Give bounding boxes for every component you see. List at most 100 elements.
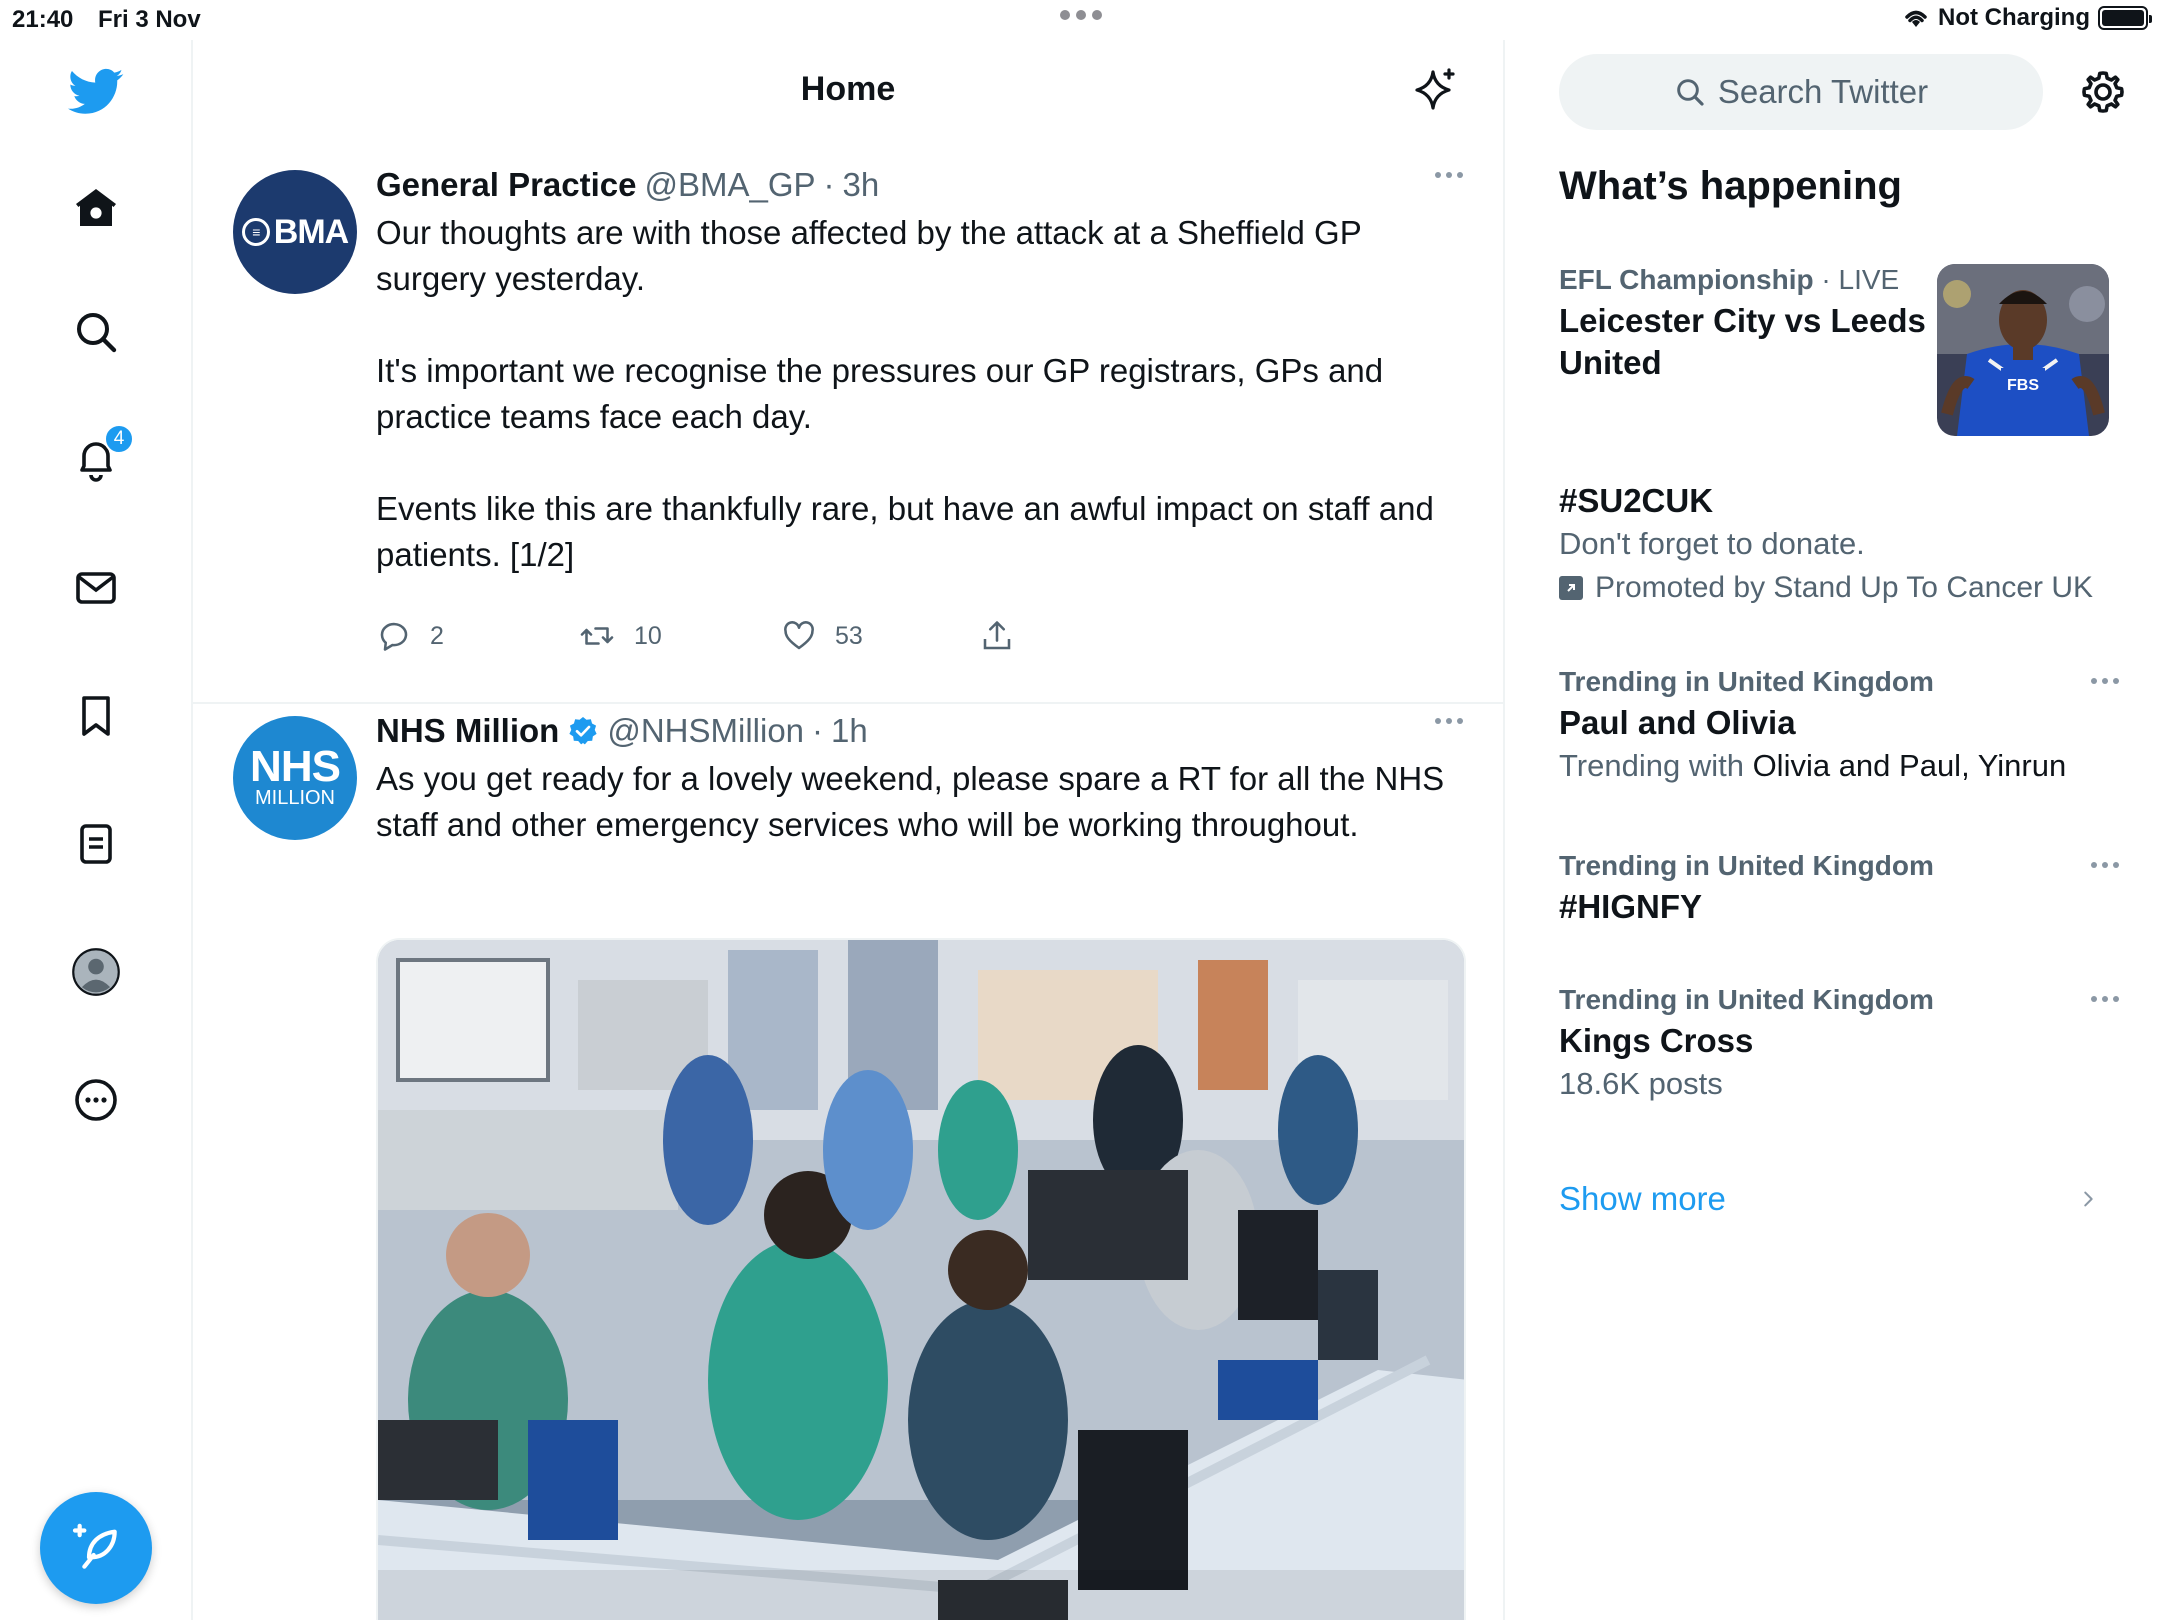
like-button[interactable]: 53: [781, 618, 863, 654]
retweet-button[interactable]: 10: [578, 618, 662, 654]
trend-meta: EFL Championship · LIVE: [1559, 264, 1900, 295]
search-icon: [77, 313, 117, 353]
battery-icon: [2098, 6, 2152, 30]
retweet-count: 10: [634, 621, 662, 650]
nav-more[interactable]: [66, 1070, 126, 1130]
page-title: Home: [800, 70, 896, 108]
trend-item[interactable]: Trending in United Kingdom #HIGNFY: [1559, 846, 2119, 928]
author-handle[interactable]: @BMA_GP: [645, 166, 816, 204]
notification-badge: 4: [104, 424, 134, 454]
status-bar: 21:40 Fri 3 Nov Not Charging: [0, 0, 2160, 40]
nav-home[interactable]: [66, 178, 126, 238]
feather-plus-icon: [72, 1523, 117, 1569]
trend-title: Kings Cross: [1559, 1022, 1754, 1059]
tweet-time[interactable]: 1h: [831, 712, 868, 750]
avatar-text: NHS: [250, 742, 341, 791]
bookmark-icon: [82, 696, 110, 736]
status-date: Fri 3 Nov: [98, 6, 201, 33]
settings-button[interactable]: [2073, 62, 2133, 122]
trend-item[interactable]: Trending in United Kingdom Paul and Oliv…: [1559, 662, 2119, 788]
author-name[interactable]: General Practice: [376, 166, 637, 204]
share-icon: [983, 621, 1011, 650]
like-count: 53: [835, 621, 863, 650]
tweet[interactable]: ≡ BMA General Practice @BMA_GP · 3h Our …: [193, 160, 1503, 704]
trend-subtitle: Don't forget to donate.: [1559, 526, 1865, 561]
retweet-icon: [580, 627, 614, 645]
trend-more-button[interactable]: [2091, 862, 2119, 868]
nav-notifications[interactable]: 4: [66, 424, 134, 490]
reply-button[interactable]: 2: [376, 618, 444, 654]
left-nav: 4: [0, 40, 193, 1620]
tweet-more-button[interactable]: [1435, 718, 1463, 724]
nav-lists[interactable]: [66, 814, 126, 874]
status-right: Not Charging: [1902, 4, 2152, 32]
search-placeholder: Search Twitter: [1717, 73, 1929, 110]
tweet-photo[interactable]: [376, 938, 1466, 1620]
sparkle-icon: [1415, 68, 1455, 110]
trend-more-button[interactable]: [2091, 678, 2119, 684]
trend-item[interactable]: Trending in United Kingdom Kings Cross 1…: [1559, 980, 2119, 1106]
heart-icon: [784, 621, 814, 650]
tweet-time[interactable]: 3h: [843, 166, 880, 204]
show-more-link[interactable]: Show more: [1559, 1180, 2099, 1218]
separator-dot: ·: [823, 166, 835, 203]
nav-explore[interactable]: [66, 302, 126, 362]
trend-title: Leicester City vs Leeds United: [1559, 302, 1926, 381]
gear-icon: [2082, 71, 2124, 113]
football-player-photo: FBS: [1937, 264, 2109, 436]
main-timeline: Home ≡ BMA General Practice @BMA_GP · 3h…: [193, 40, 1505, 1620]
home-icon: [76, 189, 116, 226]
trend-meta: Trending in United Kingdom: [1559, 984, 1934, 1015]
author-handle[interactable]: @NHSMillion: [607, 712, 804, 750]
trend-subtitle: Trending with Olivia and Paul, Yinrun: [1559, 748, 2067, 783]
trend-meta: Trending in United Kingdom: [1559, 850, 1934, 881]
nav-messages[interactable]: [66, 558, 126, 618]
tweet-text: Our thoughts are with those affected by …: [376, 214, 1434, 573]
wifi-icon: [1905, 10, 1927, 27]
trend-more-button[interactable]: [2091, 996, 2119, 1002]
search-icon: [1677, 79, 1704, 106]
avatar-text: BMA: [273, 212, 349, 251]
tweet-body: General Practice @BMA_GP · 3h Our though…: [376, 160, 1463, 578]
share-button[interactable]: [979, 618, 1015, 654]
trend-item[interactable]: EFL Championship · LIVE Leicester City v…: [1559, 260, 1979, 384]
avatar[interactable]: NHS MILLION: [233, 716, 357, 840]
trend-title: #SU2CUK: [1559, 482, 1714, 519]
trend-title: Paul and Olivia: [1559, 704, 1796, 741]
compose-tweet-button[interactable]: [40, 1492, 152, 1604]
avatar[interactable]: ≡ BMA: [233, 170, 357, 294]
top-tweets-button[interactable]: [1407, 62, 1463, 118]
bma-logo: ≡ BMA: [241, 212, 349, 252]
tweet-more-button[interactable]: [1435, 172, 1463, 178]
tweet-header: General Practice @BMA_GP · 3h: [376, 160, 1463, 210]
avatar-subtext: MILLION: [254, 787, 336, 809]
tweet-actions: 2 10 53: [376, 618, 1076, 668]
chevron-right-icon: [2084, 1191, 2093, 1207]
search-input[interactable]: Search Twitter: [1559, 54, 2043, 130]
hospital-staff-photo: [378, 940, 1464, 1620]
promoted-trend-item[interactable]: #SU2CUK Don't forget to donate. Promoted…: [1559, 480, 2119, 610]
nav-profile[interactable]: [66, 942, 126, 1002]
promoted-icon: [1559, 576, 1583, 600]
promoted-label: Promoted by Stand Up To Cancer UK: [1559, 566, 2119, 610]
charging-status: Not Charging: [1938, 4, 2090, 31]
more-circle-icon: [75, 1079, 117, 1121]
lists-icon: [80, 824, 112, 864]
nav-bookmarks[interactable]: [66, 686, 126, 746]
trend-thumbnail[interactable]: FBS: [1937, 264, 2109, 436]
verified-badge-icon: [569, 717, 597, 745]
timeline-header: Home: [193, 40, 1503, 140]
trend-title: #HIGNFY: [1559, 888, 1703, 925]
tweet-header: NHS Million @NHSMillion · 1h: [376, 706, 1463, 756]
envelope-icon: [76, 572, 116, 604]
reply-count: 2: [430, 621, 444, 650]
profile-icon: [72, 948, 120, 996]
bma-emblem-icon: ≡: [241, 218, 270, 246]
tweet[interactable]: NHS MILLION NHS Million @NHSMillion · 1h…: [193, 706, 1503, 1620]
twitter-logo-icon[interactable]: [66, 62, 126, 122]
status-time: 21:40: [12, 6, 74, 33]
multitask-handle[interactable]: [1060, 10, 1102, 20]
reply-icon: [380, 622, 408, 651]
author-name[interactable]: NHS Million: [376, 712, 559, 750]
section-title: What’s happening: [1559, 164, 1902, 208]
